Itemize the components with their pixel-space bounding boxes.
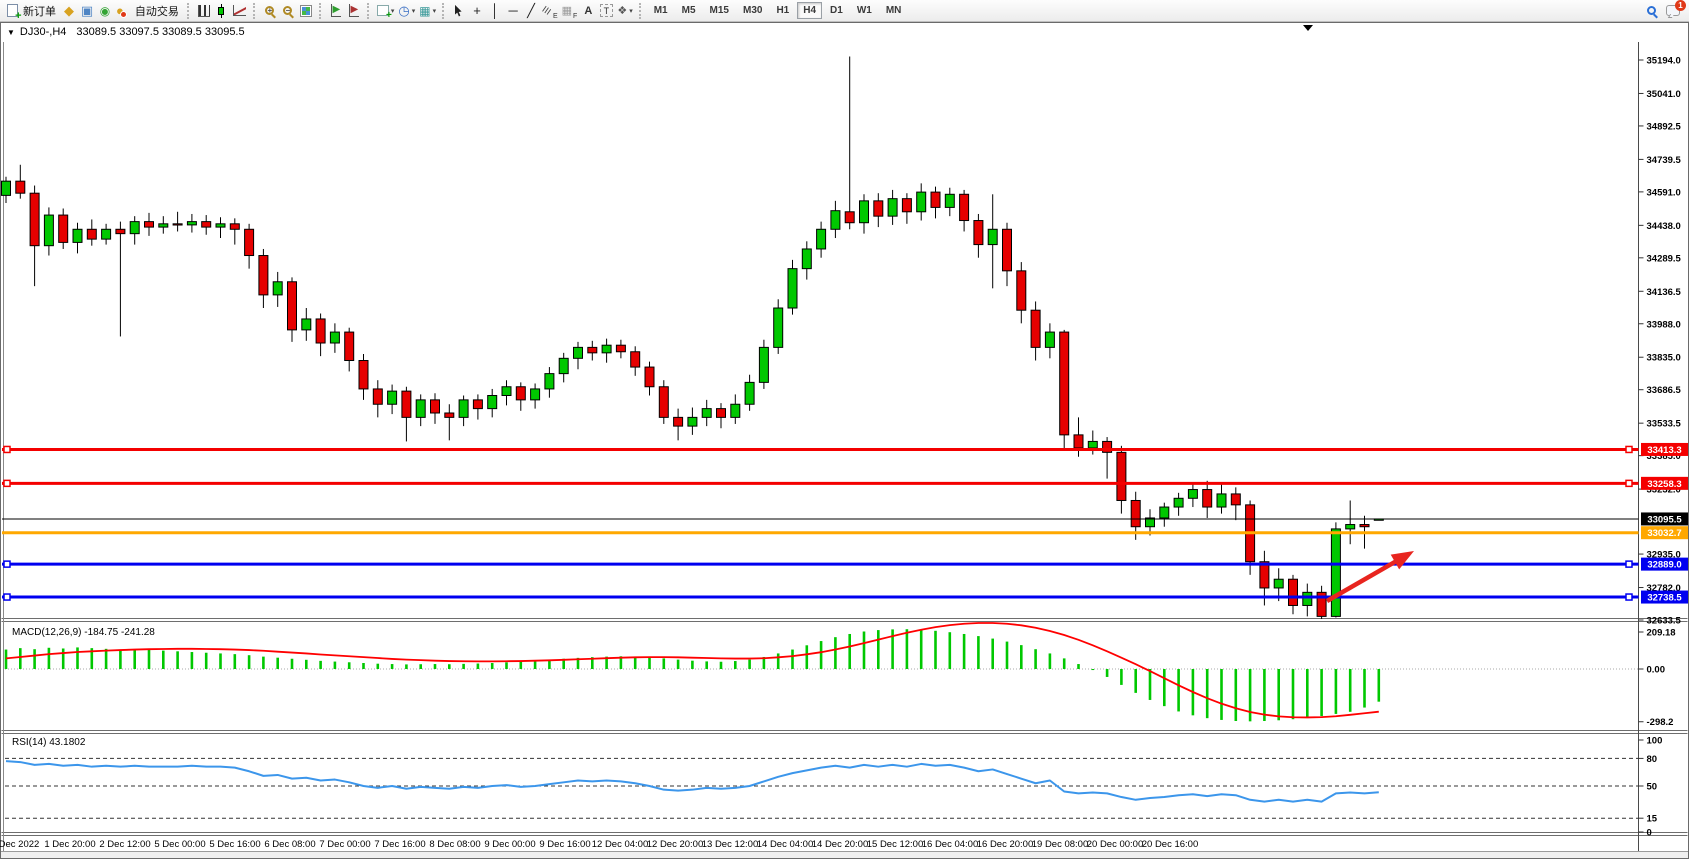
- clock-icon: ◷: [398, 3, 409, 19]
- macd-indicator-label: MACD(12,26,9) -184.75 -241.28: [12, 627, 155, 638]
- fibonacci-letter: E: [553, 13, 558, 20]
- chevron-down-icon: ▾: [412, 7, 416, 15]
- timeframe-button-W1[interactable]: W1: [851, 2, 878, 19]
- chart-ohlc-values: 33089.5 33097.5 33089.5 33095.5: [76, 26, 244, 38]
- timeframe-button-M5[interactable]: M5: [676, 2, 702, 19]
- chart-title-strip: ▼ DJ30-,H4 33089.5 33097.5 33089.5 33095.5: [2, 23, 245, 41]
- horizontal-line-icon: ─: [508, 3, 517, 18]
- crosshair-icon: +: [473, 3, 481, 18]
- text-label-icon: T: [600, 4, 613, 17]
- chart-window[interactable]: [0, 22, 1689, 859]
- new-order-button[interactable]: +: [3, 2, 21, 20]
- zoom-in-button[interactable]: +: [261, 2, 279, 20]
- zoom-in-icon: +: [265, 6, 274, 15]
- deposit-button[interactable]: ◆: [60, 2, 78, 20]
- market-icon: ▣: [81, 3, 93, 19]
- chevron-down-icon: ▾: [433, 7, 437, 15]
- toolbar-grip: [442, 3, 446, 19]
- chart-shift-button[interactable]: ▶: [345, 2, 363, 20]
- signals-button[interactable]: ◉: [96, 2, 114, 20]
- auto-scroll-icon: ▶: [331, 4, 342, 17]
- toolbar-grip: [187, 3, 191, 19]
- toolbar-grip: [319, 3, 323, 19]
- grid-letter: F: [573, 13, 577, 20]
- chat-icon[interactable]: 1: [1666, 5, 1680, 16]
- shapes-icon: ❖: [617, 4, 627, 17]
- fibonacci-icon: ☰: [541, 4, 554, 16]
- zoom-out-button[interactable]: −: [279, 2, 297, 20]
- timeframe-button-M1[interactable]: M1: [648, 2, 674, 19]
- mt4-application-window: + 新订单 ◆ ▣ ◉ ● 自动交易 + − ▶ ▶ +▾ ◷▾ ▦▾ + │ …: [0, 0, 1689, 859]
- bar-chart-icon: [198, 5, 210, 17]
- chevron-down-icon: ▾: [629, 7, 633, 15]
- text-label-tool-button[interactable]: T: [597, 2, 615, 20]
- chart-shift-icon: ▶: [349, 4, 360, 17]
- market-button[interactable]: ▣: [78, 2, 96, 20]
- vertical-line-icon: │: [491, 3, 499, 18]
- window-bottom-strip: [1, 851, 1688, 858]
- timeframe-toolbar: M1M5M15M30H1H4D1W1MN: [647, 2, 909, 19]
- text-tool-icon: A: [584, 5, 592, 17]
- periods-button[interactable]: ◷▾: [396, 2, 417, 20]
- crosshair-tool-button[interactable]: +: [468, 2, 486, 20]
- timeframe-button-H4[interactable]: H4: [797, 2, 822, 19]
- candlestick-chart-icon: [217, 4, 226, 18]
- toolbar-grip: [639, 3, 643, 19]
- indicators-icon: +: [377, 5, 389, 16]
- trendline-tool-button[interactable]: ╱: [522, 2, 540, 20]
- toolbar-right-group: 1: [1647, 5, 1680, 16]
- rsi-indicator-label: RSI(14) 43.1802: [12, 737, 85, 748]
- timeframe-button-MN[interactable]: MN: [880, 2, 908, 19]
- candlestick-chart-button[interactable]: [213, 2, 231, 20]
- text-tool-button[interactable]: A: [579, 2, 597, 20]
- timeframe-button-M15[interactable]: M15: [704, 2, 735, 19]
- template-icon: ▦: [419, 4, 430, 18]
- templates-button[interactable]: ▦▾: [417, 2, 438, 20]
- bar-chart-button[interactable]: [195, 2, 213, 20]
- notification-badge: 1: [1675, 0, 1686, 11]
- line-chart-icon: [233, 5, 246, 16]
- timeframe-button-H1[interactable]: H1: [770, 2, 795, 19]
- grid-icon: ▦: [562, 4, 572, 17]
- horizontal-line-tool-button[interactable]: ─: [504, 2, 522, 20]
- indicators-button[interactable]: +▾: [375, 2, 397, 20]
- search-icon[interactable]: [1647, 6, 1656, 15]
- new-order-icon: +: [7, 4, 18, 17]
- timeframe-button-D1[interactable]: D1: [824, 2, 849, 19]
- signals-icon: ◉: [100, 4, 110, 18]
- tile-windows-icon: [300, 5, 312, 17]
- fibonacci-tool-button[interactable]: ☰E: [540, 2, 560, 20]
- grid-tool-button[interactable]: ▦F: [560, 2, 580, 20]
- gold-bar-icon: ◆: [64, 3, 74, 19]
- new-order-label[interactable]: 新订单: [23, 3, 56, 19]
- trendline-icon: ╱: [527, 3, 535, 19]
- cursor-tool-button[interactable]: [450, 2, 468, 20]
- auto-scroll-button[interactable]: ▶: [327, 2, 345, 20]
- chart-collapse-icon[interactable]: ▼: [7, 28, 15, 37]
- tile-windows-button[interactable]: [297, 2, 315, 20]
- autotrading-label[interactable]: 自动交易: [135, 3, 179, 19]
- top-toolbar: + 新订单 ◆ ▣ ◉ ● 自动交易 + − ▶ ▶ +▾ ◷▾ ▦▾ + │ …: [0, 0, 1689, 22]
- cursor-icon: [455, 5, 464, 17]
- chart-symbol-period: DJ30-,H4: [20, 26, 66, 38]
- autotrading-stop-dot: [120, 11, 127, 18]
- arrows-tool-button[interactable]: ❖▾: [615, 2, 634, 20]
- toolbar-grip: [367, 3, 371, 19]
- zoom-out-icon: −: [283, 6, 292, 15]
- vertical-line-tool-button[interactable]: │: [486, 2, 504, 20]
- timeframe-button-M30[interactable]: M30: [737, 2, 768, 19]
- line-chart-button[interactable]: [231, 2, 249, 20]
- autotrading-button[interactable]: ●: [114, 2, 133, 20]
- toolbar-grip: [253, 3, 257, 19]
